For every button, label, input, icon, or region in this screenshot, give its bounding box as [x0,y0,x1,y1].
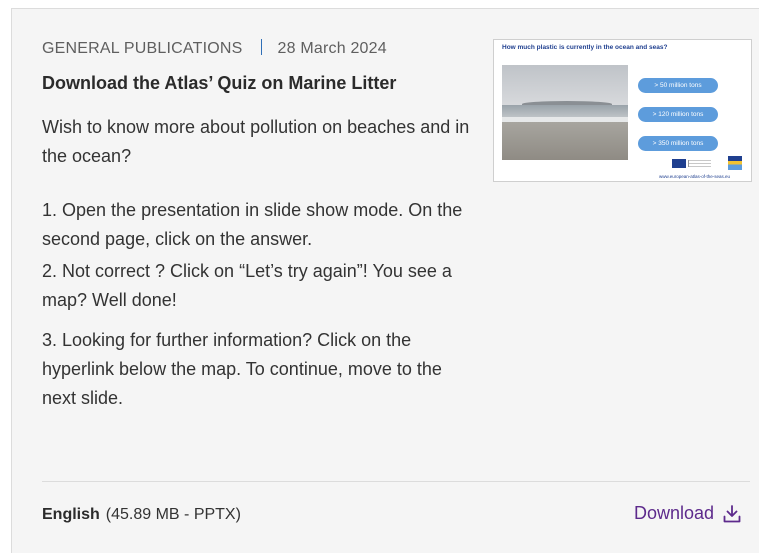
atlas-logo [728,156,742,170]
download-icon [723,504,741,522]
footer-divider [42,481,750,482]
download-link[interactable]: Download [634,503,742,524]
european-commission-logo [688,160,711,167]
eu-flag-logo [672,159,686,168]
answer-option-2: > 120 million tons [638,107,718,122]
publication-card: GENERAL PUBLICATIONS 28 March 2024 Downlo… [11,8,759,553]
beach-photo [502,65,628,160]
thumbnail-logos [672,156,744,170]
answer-option-3: > 350 million tons [638,136,718,151]
file-language: English [42,506,100,523]
answer-option-1: > 50 million tons [638,78,718,93]
thumbnail-question: How much plastic is currently in the oce… [502,44,668,51]
presentation-thumbnail[interactable]: How much plastic is currently in the oce… [493,39,752,182]
instruction-step-2: 2. Not correct ? Click on “Let’s try aga… [42,261,452,310]
file-size-format: (45.89 MB - PPTX) [105,506,241,523]
instruction-step-3: 3. Looking for further information? Clic… [42,330,442,408]
download-label: Download [634,503,715,523]
publication-title: Download the Atlas’ Quiz on Marine Litte… [42,73,397,93]
publication-category: GENERAL PUBLICATIONS [42,40,243,57]
description-intro: Wish to know more about pollution on bea… [42,117,470,166]
meta-separator [260,39,262,55]
file-language-info: English (45.89 MB - PPTX) [42,506,241,524]
publication-meta: GENERAL PUBLICATIONS 28 March 2024 [42,39,387,58]
instruction-step-1: 1. Open the presentation in slide show m… [42,200,463,249]
thumbnail-url: www.european-atlas-of-the-seas.eu [659,174,731,179]
publication-date: 28 March 2024 [277,40,387,57]
